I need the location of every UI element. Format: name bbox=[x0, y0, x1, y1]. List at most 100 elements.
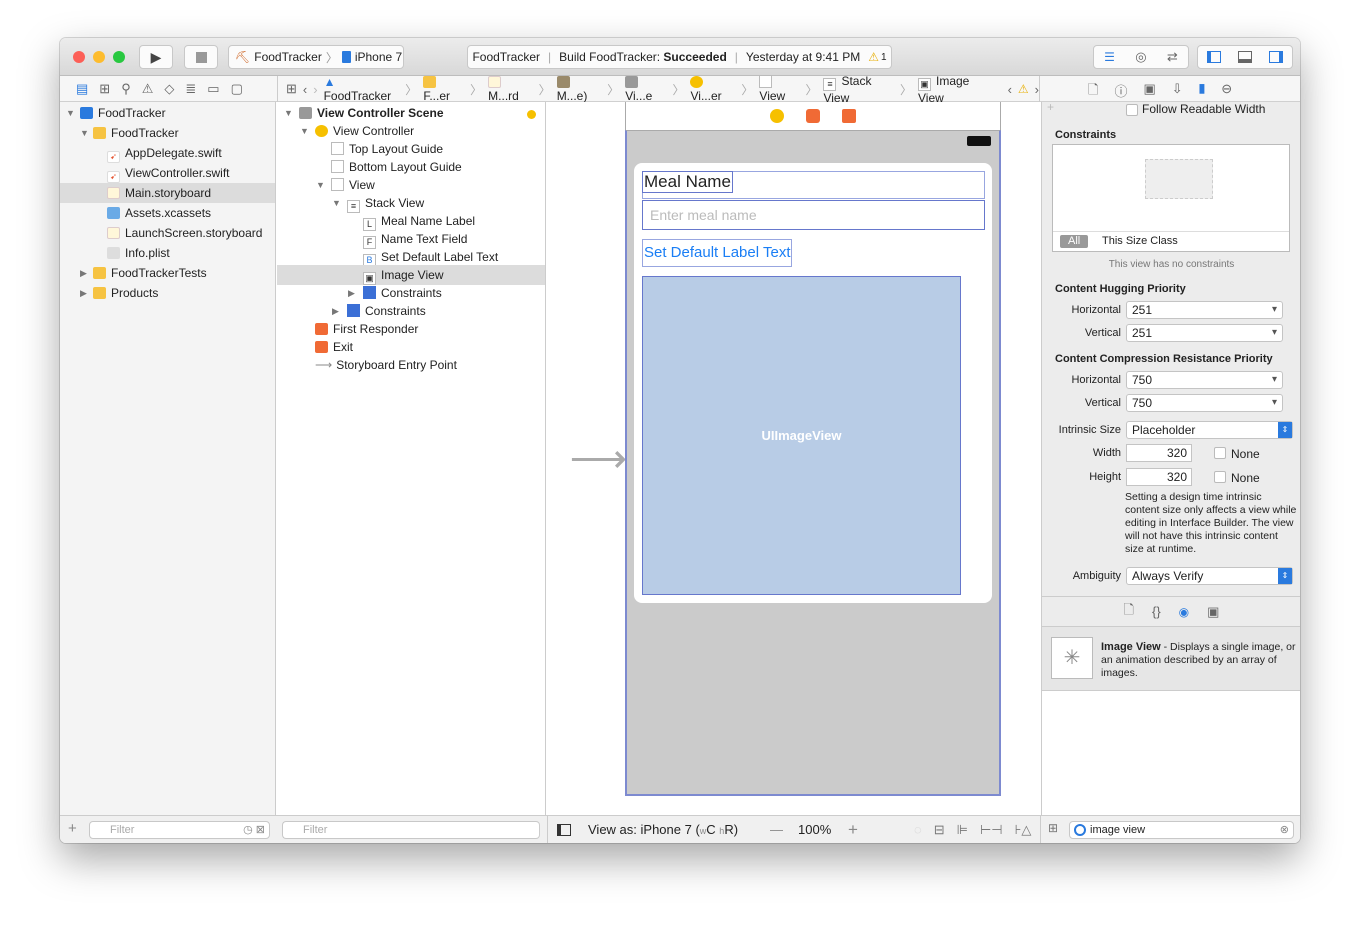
outline-item-selected[interactable]: ▣ Image View bbox=[277, 265, 545, 285]
object-library-icon[interactable]: ◉ bbox=[1179, 605, 1189, 619]
nav-item-project[interactable]: FoodTracker bbox=[80, 103, 166, 123]
outline-item[interactable]: First Responder bbox=[315, 319, 418, 339]
next-issue-icon[interactable]: › bbox=[1035, 82, 1039, 97]
hugging-vertical-field[interactable]: 251 bbox=[1126, 324, 1283, 342]
issue-navigator-icon[interactable]: ⚠ bbox=[142, 81, 154, 97]
library-item-image-view[interactable]: ✳ Image View - Displays a single image, … bbox=[1042, 627, 1300, 691]
navigator-filter-input[interactable]: Filter ◷ ⊠ bbox=[89, 821, 270, 839]
zoom-in-icon[interactable]: + bbox=[848, 816, 858, 843]
document-outline-toggle-icon[interactable] bbox=[557, 824, 571, 836]
jump-item[interactable]: ▣ Image View bbox=[917, 74, 992, 105]
align-icon[interactable]: ⊫ bbox=[957, 816, 968, 843]
outline-item[interactable]: L Meal Name Label bbox=[363, 211, 475, 231]
report-navigator-icon[interactable]: ▢ bbox=[231, 81, 243, 97]
add-icon[interactable]: + bbox=[68, 820, 77, 837]
assistant-editor-icon[interactable]: ◎ bbox=[1135, 49, 1146, 65]
jump-item[interactable]: View bbox=[759, 75, 799, 103]
compression-vertical-field[interactable]: 750 bbox=[1126, 394, 1283, 412]
quick-help-icon[interactable]: ⓘ bbox=[1114, 81, 1127, 103]
nav-item-file[interactable]: ➹ ViewController.swift bbox=[107, 163, 229, 183]
meal-name-label[interactable]: Meal Name bbox=[642, 171, 733, 193]
file-inspector-icon[interactable]: 🗋 bbox=[1088, 81, 1098, 103]
project-navigator-icon[interactable]: ▤ bbox=[76, 81, 88, 97]
attributes-inspector-icon[interactable]: ⇩ bbox=[1172, 81, 1183, 103]
version-editor-icon[interactable]: ⇄ bbox=[1167, 49, 1178, 65]
nav-item-file[interactable]: Assets.xcassets bbox=[107, 203, 211, 223]
width-field[interactable]: 320 bbox=[1126, 444, 1192, 462]
minimize-button[interactable] bbox=[93, 51, 105, 63]
outline-item[interactable]: Exit bbox=[315, 337, 353, 357]
hugging-horizontal-field[interactable]: 251 bbox=[1126, 301, 1283, 319]
outline-item[interactable]: ≡ Stack View bbox=[347, 193, 424, 213]
zoom-out-icon[interactable]: — bbox=[770, 816, 783, 843]
update-frames-icon[interactable]: ◌ bbox=[914, 816, 922, 843]
nav-item-file[interactable]: LaunchScreen.storyboard bbox=[107, 223, 262, 243]
jump-item[interactable]: M...e) bbox=[556, 75, 602, 103]
width-none-checkbox[interactable] bbox=[1214, 447, 1226, 459]
outline-item[interactable]: F Name Text Field bbox=[363, 229, 467, 249]
file-template-icon[interactable]: 🗋 bbox=[1124, 601, 1134, 623]
breakpoint-navigator-icon[interactable]: ▭ bbox=[207, 81, 219, 97]
jump-item[interactable]: ▲ FoodTracker bbox=[324, 75, 400, 103]
view-controller-icon[interactable] bbox=[770, 109, 784, 123]
media-library-icon[interactable]: ▣ bbox=[1207, 604, 1219, 620]
related-items-icon[interactable]: ⊞ bbox=[286, 81, 297, 97]
follow-readable-width-checkbox[interactable] bbox=[1126, 104, 1138, 116]
set-default-label-button[interactable]: Set Default Label Text bbox=[642, 239, 793, 267]
test-navigator-icon[interactable]: ◇ bbox=[164, 81, 174, 97]
name-text-field[interactable]: Enter meal name bbox=[642, 200, 985, 230]
all-button[interactable]: All bbox=[1060, 235, 1089, 248]
jump-item[interactable]: Vi...er bbox=[690, 75, 735, 103]
code-snippet-icon[interactable]: {} bbox=[1152, 604, 1161, 619]
this-size-class-button[interactable]: This Size Class bbox=[1102, 232, 1178, 251]
clear-search-icon[interactable]: ⊗ bbox=[1280, 822, 1289, 838]
warning-icon[interactable]: ⚠ bbox=[1018, 82, 1029, 96]
debug-toggle-icon[interactable] bbox=[1237, 51, 1252, 63]
compression-horizontal-field[interactable]: 750 bbox=[1126, 371, 1283, 389]
find-navigator-icon[interactable]: ⚲ bbox=[121, 81, 131, 97]
entry-point-arrow[interactable]: ⟶ bbox=[547, 439, 627, 479]
jump-item[interactable]: ≡ Stack View bbox=[823, 74, 894, 105]
previous-issue-icon[interactable]: ‹ bbox=[1008, 82, 1012, 97]
nav-item-file[interactable]: ➹ AppDelegate.swift bbox=[107, 143, 222, 163]
intrinsic-size-popup[interactable]: Placeholder ⇕ bbox=[1126, 421, 1293, 439]
outline-scene[interactable]: View Controller Scene bbox=[299, 103, 444, 123]
forward-icon[interactable]: › bbox=[313, 82, 317, 97]
outline-item[interactable]: Constraints bbox=[363, 283, 442, 303]
warning-icon[interactable]: ⚠ bbox=[868, 50, 879, 64]
nav-item-folder[interactable]: FoodTracker bbox=[93, 123, 179, 143]
jump-item[interactable]: F...er bbox=[423, 75, 464, 103]
ambiguity-popup[interactable]: Always Verify ⇕ bbox=[1126, 567, 1293, 585]
add-variation-icon[interactable]: + bbox=[1047, 100, 1054, 114]
symbol-navigator-icon[interactable]: ⊞ bbox=[99, 81, 110, 97]
back-icon[interactable]: ‹ bbox=[303, 82, 307, 97]
height-none-checkbox[interactable] bbox=[1214, 471, 1226, 483]
size-inspector-icon[interactable]: ▮ bbox=[1199, 81, 1206, 103]
first-responder-icon[interactable] bbox=[806, 109, 820, 123]
close-button[interactable] bbox=[73, 51, 85, 63]
height-field[interactable]: 320 bbox=[1126, 468, 1192, 486]
nav-item-folder[interactable]: Products bbox=[93, 283, 158, 303]
embed-stack-icon[interactable]: ⊟ bbox=[934, 816, 945, 843]
nav-item-folder[interactable]: FoodTrackerTests bbox=[93, 263, 207, 283]
library-grid-icon[interactable]: ⊞ bbox=[1048, 821, 1058, 835]
library-search-input[interactable]: image view ⊗ bbox=[1069, 821, 1294, 839]
scheme-selector[interactable]: ⛏ FoodTracker 〉 iPhone 7 bbox=[228, 45, 404, 69]
zoom-button[interactable] bbox=[113, 51, 125, 63]
jump-item[interactable]: M...rd bbox=[488, 75, 533, 103]
nav-item-file-selected[interactable]: Main.storyboard bbox=[60, 183, 275, 203]
standard-editor-icon[interactable]: ☰ bbox=[1104, 50, 1115, 64]
pin-icon[interactable]: ⊢⊣ bbox=[980, 816, 1003, 843]
exit-icon[interactable] bbox=[842, 109, 856, 123]
outline-item[interactable]: Top Layout Guide bbox=[331, 139, 443, 159]
resolve-issues-icon[interactable]: ⊦△ bbox=[1015, 816, 1032, 843]
nav-item-file[interactable]: Info.plist bbox=[107, 243, 170, 263]
identity-inspector-icon[interactable]: ▣ bbox=[1143, 81, 1155, 103]
outline-item[interactable]: View Controller bbox=[315, 121, 414, 141]
navigator-toggle-icon[interactable] bbox=[1206, 51, 1221, 63]
jump-item[interactable]: Vi...e bbox=[625, 75, 666, 103]
outline-item[interactable]: ⟶ Storyboard Entry Point bbox=[315, 355, 457, 375]
debug-navigator-icon[interactable]: ≣ bbox=[185, 81, 196, 97]
connections-inspector-icon[interactable]: ⊖ bbox=[1221, 81, 1232, 103]
view-as-button[interactable]: View as: iPhone 7 (wC hR) bbox=[588, 816, 738, 843]
